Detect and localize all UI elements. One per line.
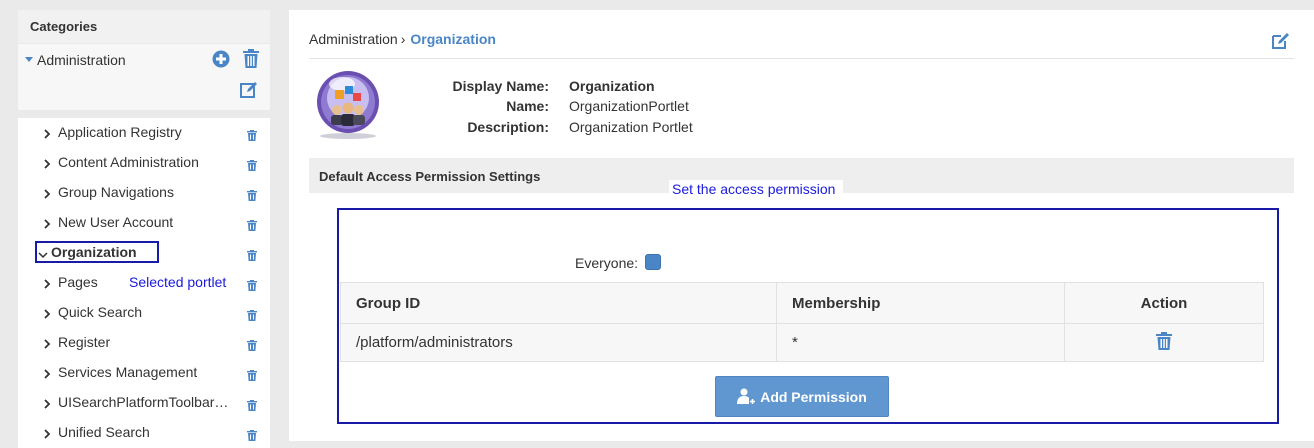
chevron-right-icon[interactable] bbox=[43, 396, 51, 414]
group-id-cell: /platform/administrators bbox=[340, 323, 777, 362]
breadcrumb-separator: › bbox=[400, 31, 406, 47]
list-item[interactable]: Pages Selected portlet bbox=[18, 268, 270, 298]
everyone-checkbox[interactable] bbox=[645, 254, 661, 270]
chevron-right-icon[interactable] bbox=[43, 276, 51, 294]
list-item[interactable]: Quick Search bbox=[18, 298, 270, 328]
table-row: /platform/administrators * bbox=[340, 323, 1264, 362]
add-user-icon bbox=[737, 388, 757, 405]
breadcrumb-current: Organization bbox=[410, 31, 496, 47]
list-item-label[interactable]: New User Account bbox=[58, 214, 173, 230]
list-item-label[interactable]: Application Registry bbox=[58, 124, 182, 140]
selected-portlet-annotation: Selected portlet bbox=[129, 274, 227, 290]
chevron-right-icon[interactable] bbox=[43, 186, 51, 204]
list-item-label[interactable]: Content Administration bbox=[58, 154, 199, 170]
membership-cell: * bbox=[776, 323, 1065, 362]
trash-icon[interactable] bbox=[247, 338, 257, 356]
list-item[interactable]: Application Registry bbox=[18, 118, 270, 148]
display-name-value: Organization bbox=[569, 78, 655, 94]
trash-icon[interactable] bbox=[247, 248, 257, 266]
categories-panel: Categories Administration Application Re… bbox=[0, 10, 288, 448]
column-header-group-id: Group ID bbox=[340, 282, 777, 324]
add-permission-button[interactable]: Add Permission bbox=[715, 376, 889, 417]
info-values: Organization OrganizationPortlet Organiz… bbox=[569, 78, 869, 138]
section-title: Default Access Permission Settings bbox=[319, 169, 541, 184]
chevron-right-icon[interactable] bbox=[43, 126, 51, 144]
chevron-right-icon[interactable] bbox=[43, 336, 51, 354]
everyone-label: Everyone: bbox=[575, 255, 639, 271]
portlet-detail-panel: Administration › Organization Display Name… bbox=[289, 10, 1314, 441]
add-category-icon[interactable] bbox=[212, 50, 230, 73]
trash-icon[interactable] bbox=[247, 128, 257, 146]
info-keys: Display Name: Name: Description: bbox=[439, 78, 549, 138]
category-label[interactable]: Administration bbox=[37, 52, 126, 68]
trash-icon[interactable] bbox=[247, 308, 257, 326]
permission-table: Group ID Membership Action /platform/adm… bbox=[340, 282, 1264, 362]
list-item-label[interactable]: Quick Search bbox=[58, 304, 142, 320]
breadcrumb: Administration › Organization bbox=[309, 31, 496, 47]
chevron-right-icon[interactable] bbox=[43, 426, 51, 444]
list-item[interactable]: Group Navigations bbox=[18, 178, 270, 208]
trash-icon[interactable] bbox=[247, 368, 257, 386]
category-administration[interactable]: Administration bbox=[18, 44, 270, 110]
edit-portlet-icon[interactable] bbox=[1271, 32, 1290, 55]
add-permission-label[interactable]: Add Permission bbox=[760, 389, 867, 405]
action-cell bbox=[1064, 323, 1264, 362]
trash-icon[interactable] bbox=[247, 218, 257, 236]
chevron-right-icon[interactable] bbox=[43, 306, 51, 324]
list-item[interactable]: Content Administration bbox=[18, 148, 270, 178]
edit-category-icon[interactable] bbox=[240, 81, 258, 104]
column-header-membership: Membership bbox=[776, 282, 1065, 324]
list-item[interactable]: Unified Search bbox=[18, 418, 270, 448]
list-item[interactable]: New User Account bbox=[18, 208, 270, 238]
list-item-label[interactable]: Register bbox=[58, 334, 110, 350]
trash-icon[interactable] bbox=[247, 158, 257, 176]
name-value: OrganizationPortlet bbox=[569, 98, 689, 114]
chevron-right-icon[interactable] bbox=[43, 156, 51, 174]
trash-icon[interactable] bbox=[247, 428, 257, 446]
delete-permission-icon[interactable] bbox=[1156, 331, 1172, 354]
name-key: Name: bbox=[506, 98, 549, 114]
portlet-list: Application Registry Content Administrat… bbox=[18, 118, 270, 448]
categories-header: Categories bbox=[18, 10, 270, 43]
list-item-label[interactable]: Services Management bbox=[58, 364, 197, 380]
breadcrumb-parent[interactable]: Administration bbox=[309, 31, 398, 47]
column-header-action: Action bbox=[1064, 282, 1264, 324]
chevron-right-icon[interactable] bbox=[43, 216, 51, 234]
description-value: Organization Portlet bbox=[569, 119, 693, 135]
permission-settings-box: Everyone: Group ID Membership Action /pl… bbox=[337, 208, 1279, 424]
trash-icon[interactable] bbox=[247, 398, 257, 416]
table-header-row: Group ID Membership Action bbox=[340, 282, 1264, 324]
description-key: Description: bbox=[467, 119, 549, 135]
list-item-selected[interactable]: Organization bbox=[18, 238, 270, 268]
list-item-label[interactable]: Group Navigations bbox=[58, 184, 174, 200]
list-item-label[interactable]: Pages bbox=[58, 274, 98, 290]
list-item-label[interactable]: Unified Search bbox=[58, 424, 150, 440]
access-permission-annotation: Set the access permission bbox=[669, 180, 844, 200]
trash-icon[interactable] bbox=[247, 188, 257, 206]
display-name-key: Display Name: bbox=[452, 78, 549, 94]
trash-icon[interactable] bbox=[247, 278, 257, 296]
divider bbox=[309, 58, 1294, 59]
chevron-right-icon[interactable] bbox=[43, 366, 51, 384]
delete-category-icon[interactable] bbox=[243, 49, 259, 73]
list-item[interactable]: Services Management bbox=[18, 358, 270, 388]
list-item-label[interactable]: UISearchPlatformToolbarPortlet bbox=[58, 394, 236, 410]
list-item[interactable]: UISearchPlatformToolbarPortlet bbox=[18, 388, 270, 418]
caret-down-icon[interactable] bbox=[25, 57, 33, 62]
list-item-label[interactable]: Organization bbox=[51, 244, 137, 260]
chevron-down-icon[interactable] bbox=[38, 246, 48, 264]
organization-portlet-icon bbox=[315, 68, 381, 145]
list-item[interactable]: Register bbox=[18, 328, 270, 358]
